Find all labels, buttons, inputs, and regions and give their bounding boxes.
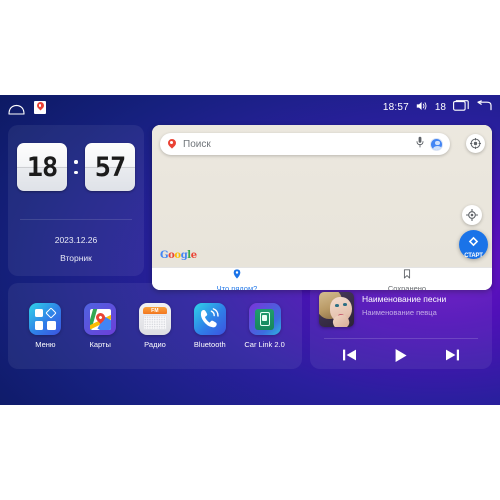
app-shortcuts-widget: Меню Карты FM Радио Bluetooth Car Link 2… — [8, 283, 302, 369]
volume-icon[interactable] — [416, 98, 428, 116]
clock-hours: 18 — [26, 151, 59, 183]
clock-widget[interactable]: 18 57 2023.12.26 Вторник — [8, 125, 144, 276]
clock-colon — [71, 160, 81, 174]
play-icon[interactable] — [388, 344, 414, 366]
clock-date: 2023.12.26 — [54, 235, 98, 245]
status-bar: 18:57 18 — [0, 95, 500, 119]
start-button-label: СТАРТ — [464, 252, 483, 259]
track-title: Наименование песни — [362, 294, 447, 304]
home-icon[interactable] — [8, 102, 25, 115]
app-label-radio: Радио — [144, 340, 166, 349]
menu-grid-icon — [29, 303, 62, 335]
bookmark-icon — [403, 266, 411, 284]
recents-icon[interactable] — [453, 98, 469, 116]
microphone-icon[interactable] — [416, 135, 424, 153]
pin-icon — [233, 266, 241, 284]
status-time: 18:57 — [382, 101, 409, 113]
google-watermark: Google — [160, 250, 197, 261]
maps-icon — [84, 303, 117, 335]
radio-band-badge: FM — [142, 307, 167, 314]
clock-weekday: Вторник — [60, 253, 92, 263]
clock-hours-card: 18 — [17, 143, 67, 191]
media-divider — [324, 338, 478, 339]
album-art — [319, 292, 354, 327]
radio-band-label: FM — [151, 307, 159, 314]
navigation-arrow-icon — [468, 234, 479, 252]
app-shortcut-radio[interactable]: FM Радио — [129, 303, 181, 349]
media-controls — [310, 341, 492, 369]
search-input[interactable]: Поиск — [183, 139, 410, 150]
back-icon[interactable] — [476, 98, 492, 116]
track-artist: Наименование певца — [362, 308, 437, 317]
app-shortcuts-row: Меню Карты FM Радио Bluetooth Car Link 2… — [8, 283, 302, 369]
radio-icon: FM — [138, 303, 171, 335]
account-avatar-icon[interactable] — [430, 137, 443, 151]
clock-divider — [20, 219, 132, 220]
clock-minutes: 57 — [94, 151, 127, 183]
volume-level: 18 — [434, 101, 446, 113]
media-player-widget: Наименование песни Наименование певца — [310, 283, 492, 369]
app-shortcut-menu[interactable]: Меню — [19, 303, 71, 349]
app-label-maps: Карты — [89, 340, 111, 349]
map-pin-icon — [167, 138, 177, 150]
app-label-bluetooth: Bluetooth — [193, 340, 226, 349]
flip-clock: 18 57 — [17, 143, 135, 191]
bluetooth-phone-icon — [193, 303, 226, 335]
app-label-car-link: Car Link 2.0 — [244, 340, 285, 349]
next-track-icon[interactable] — [439, 344, 465, 366]
radio-speaker-grille — [142, 315, 167, 330]
car-head-unit-screen: 18:57 18 18 57 2023.12.26 Вторник Поиск … — [0, 95, 500, 405]
google-maps-widget[interactable]: Поиск СТАРТ Google Что рядом? Сохранено — [152, 125, 492, 290]
app-shortcut-maps[interactable]: Карты — [74, 303, 126, 349]
google-maps-icon[interactable] — [34, 100, 46, 114]
app-shortcut-bluetooth[interactable]: Bluetooth — [184, 303, 236, 349]
clock-minutes-card: 57 — [85, 143, 135, 191]
car-link-icon — [248, 303, 281, 335]
map-canvas[interactable]: Поиск СТАРТ Google — [152, 125, 492, 267]
app-label-menu: Меню — [35, 340, 56, 349]
previous-track-icon[interactable] — [337, 344, 363, 366]
media-info: Наименование песни Наименование певца — [319, 292, 483, 327]
my-location-icon[interactable] — [462, 205, 482, 225]
map-layers-icon[interactable] — [466, 134, 485, 153]
start-navigation-button[interactable]: СТАРТ — [459, 230, 488, 259]
app-shortcut-car-link[interactable]: Car Link 2.0 — [239, 303, 291, 349]
map-search-bar[interactable]: Поиск — [160, 133, 450, 155]
